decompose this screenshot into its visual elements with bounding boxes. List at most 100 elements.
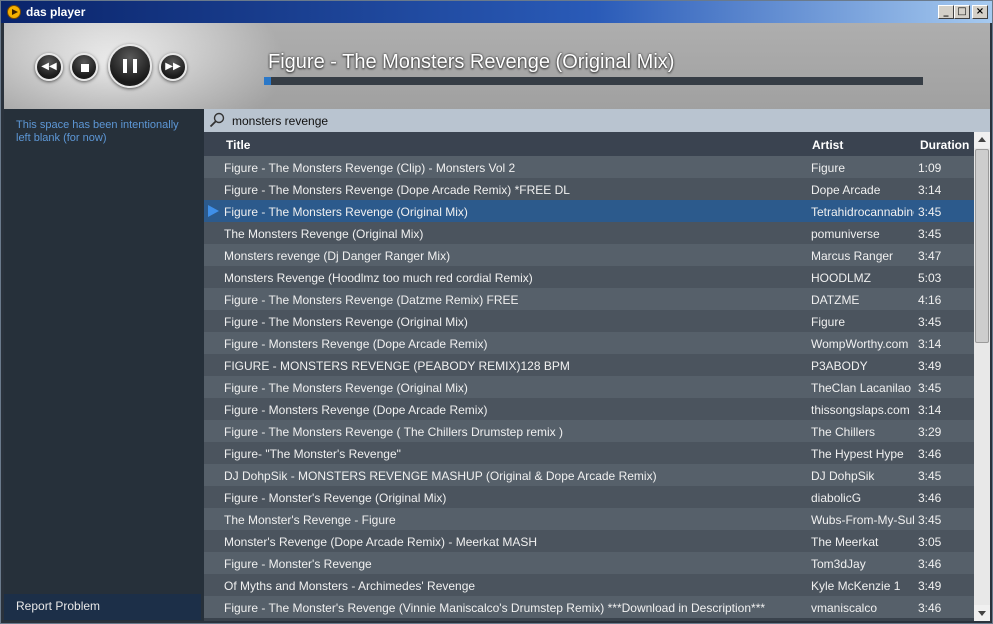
cell-artist: Figure [811,161,846,175]
table-row[interactable]: FIGURE - MONSTERS REVENGE (PEABODY REMIX… [204,354,974,376]
search-icon[interactable] [209,112,225,128]
cell-duration: 3:29 [918,425,942,439]
cell-duration: 3:45 [918,469,942,483]
maximize-button[interactable]: □ [954,5,970,19]
scroll-up-button[interactable] [974,132,990,148]
cell-title: Monsters revenge (Dj Danger Ranger Mix) [224,249,451,263]
cell-duration: 3:46 [918,491,942,505]
cell-artist: The Meerkat [811,535,879,549]
cell-duration: 3:45 [918,227,942,241]
sidebar-placeholder-text: This space has been intentionally left b… [16,119,179,144]
cell-artist: P3ABODY [811,359,868,373]
table-row[interactable]: Monster's Revenge (Dope Arcade Remix) - … [204,530,974,552]
cell-duration: 5:03 [918,271,942,285]
close-button[interactable]: × [972,5,988,19]
table-row[interactable]: The Monster's Revenge - Figure Wubs-From-… [204,508,974,530]
column-header-artist[interactable]: Artist [812,138,843,152]
table-row[interactable]: The Monsters Revenge (Original Mix) pomun… [204,222,974,244]
cell-title: The Monster's Revenge - Figure [224,513,396,527]
search-input[interactable] [232,112,972,129]
cell-duration: 3:46 [918,557,942,571]
player-header: ◀◀ ▶▶ Figure - The Monsters Revenge (Ori… [4,23,990,109]
cell-duration: 3:14 [918,183,942,197]
cell-title: Monsters Revenge (Hoodlmz too much red c… [224,271,533,285]
seek-bar[interactable] [264,77,923,85]
cell-duration: 4:16 [918,293,942,307]
cell-duration: 3:46 [918,601,942,615]
cell-duration: 3:47 [918,249,942,263]
cell-artist: thissongslaps.com [811,403,910,417]
cell-artist: Dope Arcade [811,183,881,197]
search-bar [204,109,990,132]
app-logo-icon [7,5,21,19]
cell-title: Figure- "The Monster's Revenge" [224,447,401,461]
table-header: Title Artist Duration [204,132,974,156]
cell-title: Figure - Monster's Revenge [224,557,372,571]
cell-title: FIGURE - MONSTERS REVENGE (PEABODY REMIX… [224,359,570,373]
table-row[interactable]: Figure - The Monsters Revenge (Original … [204,376,974,398]
cell-title: Figure - Monsters Revenge (Dope Arcade R… [224,403,488,417]
table-row[interactable]: DJ DohpSik - MONSTERS REVENGE MASHUP (Or… [204,464,974,486]
cell-duration: 3:45 [918,381,942,395]
table-row[interactable]: Figure - The Monsters Revenge (Dope Arca… [204,178,974,200]
cell-duration: 3:45 [918,315,942,329]
table-row[interactable]: Figure - The Monsters Revenge (Original … [204,200,974,222]
cell-artist: DJ DohpSik [811,469,875,483]
table-row[interactable]: Figure - Monsters Revenge (Dope Arcade R… [204,332,974,354]
table-row[interactable]: Monsters revenge (Dj Danger Ranger Mix) M… [204,244,974,266]
cell-title: Figure - The Monsters Revenge ( The Chil… [224,425,563,439]
column-header-title[interactable]: Title [226,138,250,152]
cell-title: Figure - The Monsters Revenge (Clip) - M… [224,161,516,175]
cell-duration: 3:45 [918,205,942,219]
app-window: das player _ □ × ◀◀ ▶▶ Figure - The Mons… [0,0,993,624]
cell-artist: Wubs-From-My-Subs [811,513,914,527]
cell-duration: 1:09 [918,161,942,175]
table-row[interactable]: Monsters Revenge (Hoodlmz too much red c… [204,266,974,288]
minimize-button[interactable]: _ [938,5,954,19]
report-problem-button[interactable]: Report Problem [4,594,201,620]
table-row[interactable]: Figure - Monster's Revenge Tom3dJay 3:46 [204,552,974,574]
table-row[interactable]: Figure - The Monsters Revenge ( The Chil… [204,420,974,442]
cell-title: Of Myths and Monsters - Archimedes' Reve… [224,579,476,593]
fast-forward-button[interactable]: ▶▶ [159,53,187,81]
cell-title: DJ DohpSik - MONSTERS REVENGE MASHUP (Or… [224,469,657,483]
cell-artist: TheClan Lacanilao [811,381,912,395]
cell-duration: 3:14 [918,403,942,417]
table-row[interactable]: Figure- "The Monster's Revenge" The Hypes… [204,442,974,464]
pause-button[interactable] [108,44,152,88]
stop-button[interactable] [70,53,98,81]
column-header-duration[interactable]: Duration [920,138,969,152]
cell-title: Figure - The Monsters Revenge (Original … [224,315,468,329]
title-bar[interactable]: das player _ □ × [1,1,992,23]
table-row[interactable]: Figure - Monsters Revenge (Dope Arcade R… [204,398,974,420]
pause-icon-bar-left [123,59,127,73]
vertical-scrollbar[interactable] [974,132,990,621]
now-playing-marker-icon [208,205,219,217]
table-row[interactable]: Figure - The Monster's Revenge (Vinnie M… [204,596,974,618]
window-title: das player [26,5,86,19]
cell-artist: HOODLMZ [811,271,871,285]
cell-artist: Figure [811,315,846,329]
table-row[interactable]: Of Myths and Monsters - Archimedes' Reve… [204,574,974,596]
seek-bar-fill [264,77,271,85]
scroll-thumb[interactable] [975,149,989,343]
results-table: Title Artist Duration Figure - The Monst… [204,132,974,621]
cell-artist: The Chillers [811,425,876,439]
scroll-down-button[interactable] [974,605,990,621]
pause-icon-bar-right [133,59,137,73]
table-row[interactable]: Figure - Monster's Revenge (Original Mix… [204,486,974,508]
table-row[interactable]: Figure - The Monsters Revenge (Clip) - M… [204,156,974,178]
cell-title: Monster's Revenge (Dope Arcade Remix) - … [224,535,538,549]
rewind-button[interactable]: ◀◀ [35,53,63,81]
cell-duration: 3:49 [918,579,942,593]
table-row[interactable]: Figure - The Monsters Revenge (Datzme Re… [204,288,974,310]
table-row[interactable]: Figure - The Monsters Revenge (Original … [204,310,974,332]
fast-forward-icon: ▶▶ [165,61,181,72]
sidebar: This space has been intentionally left b… [4,109,204,621]
cell-artist: DATZME [811,293,860,307]
cell-title: The Monsters Revenge (Original Mix) [224,227,424,241]
cell-duration: 3:45 [918,513,942,527]
cell-artist: Tetrahidrocannabinol [811,205,914,219]
cell-title: Figure - The Monsters Revenge (Datzme Re… [224,293,519,307]
cell-duration: 3:14 [918,337,942,351]
